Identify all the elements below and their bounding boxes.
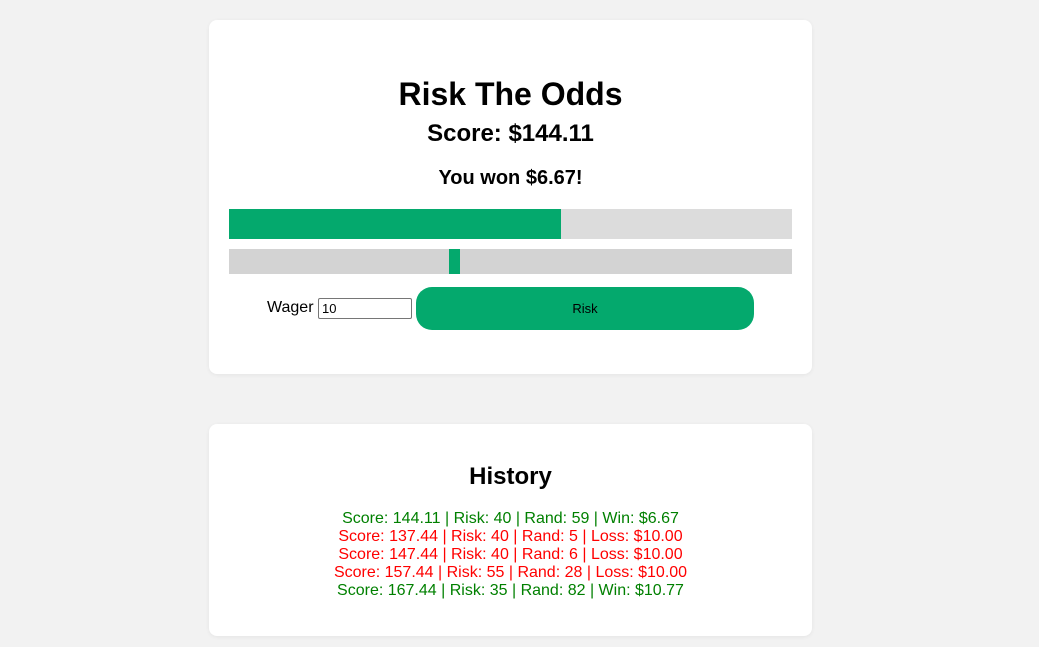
wager-input[interactable] — [318, 298, 412, 319]
history-title: History — [469, 463, 552, 490]
risk-slider-thumb[interactable] — [449, 249, 460, 274]
history-entry: Score: 147.44 | Risk: 40 | Rand: 6 | Los… — [338, 546, 683, 563]
game-panel: Risk The Odds Score: $144.11 You won $6.… — [209, 20, 812, 374]
page-title: Risk The Odds — [398, 76, 623, 112]
risk-slider[interactable] — [229, 249, 792, 274]
history-list: Score: 144.11 | Risk: 40 | Rand: 59 | Wi… — [209, 510, 812, 600]
odds-bar-fill — [229, 209, 562, 239]
result-message: You won $6.67! — [438, 167, 583, 189]
risk-button[interactable]: Risk — [416, 287, 754, 330]
wager-label: Wager — [267, 299, 314, 316]
history-entry: Score: 144.11 | Risk: 40 | Rand: 59 | Wi… — [342, 510, 679, 527]
odds-bar — [229, 209, 792, 239]
history-entry: Score: 157.44 | Risk: 55 | Rand: 28 | Lo… — [333, 564, 688, 581]
history-entry: Score: 137.44 | Risk: 40 | Rand: 5 | Los… — [338, 528, 683, 545]
history-panel: History Score: 144.11 | Risk: 40 | Rand:… — [209, 424, 812, 636]
score-display: Score: $144.11 — [427, 120, 594, 147]
history-entry: Score: 167.44 | Risk: 35 | Rand: 82 | Wi… — [337, 582, 684, 599]
